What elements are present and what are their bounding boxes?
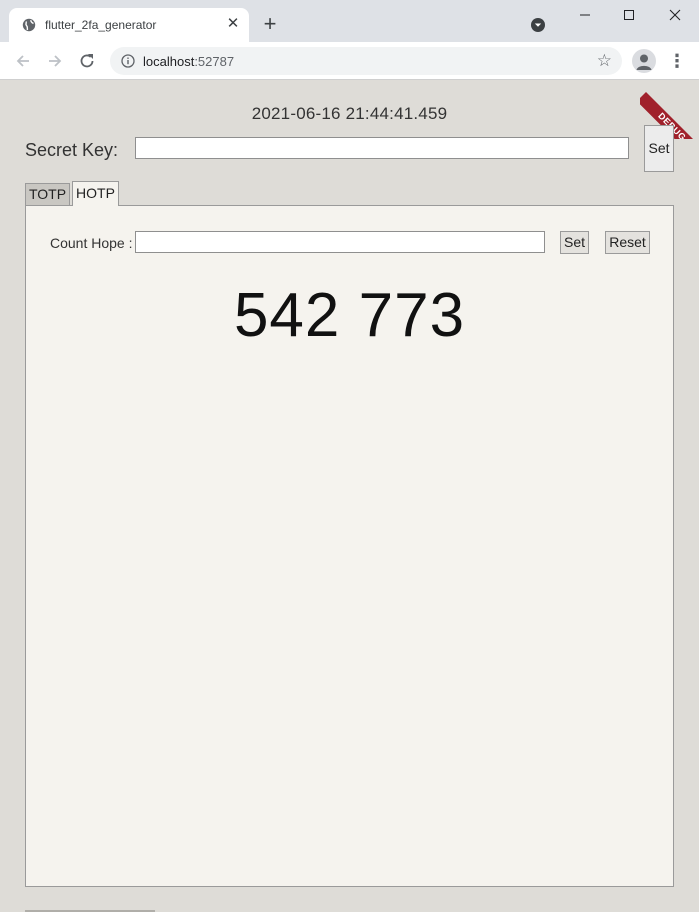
browser-tab[interactable]: flutter_2fa_generator ✕: [9, 8, 249, 42]
datetime-display: 2021-06-16 21:44:41.459: [251, 104, 448, 123]
maximize-icon[interactable]: [618, 4, 640, 26]
profile-icon[interactable]: [632, 49, 656, 73]
reload-icon[interactable]: [77, 51, 97, 71]
back-icon[interactable]: [13, 51, 33, 71]
hotp-panel: Count Hope : Set Reset 542 773: [25, 205, 674, 887]
person-icon: [636, 54, 652, 70]
star-icon[interactable]: ☆: [597, 52, 612, 70]
browser-toolbar: localhost:52787 ☆ ⋮: [0, 42, 699, 80]
secret-key-set-button[interactable]: Set: [644, 125, 674, 172]
url-port: :52787: [194, 54, 235, 69]
secret-key-label: Secret Key:: [25, 140, 119, 160]
minimize-icon[interactable]: [574, 4, 596, 26]
app-root: DEBUG 2021-06-16 21:44:41.459 Secret Key…: [0, 80, 699, 912]
count-set-button[interactable]: Set: [560, 231, 589, 254]
count-reset-button[interactable]: Reset: [605, 231, 650, 254]
plus-icon[interactable]: +: [260, 13, 280, 35]
count-hope-label: Count Hope :: [50, 235, 133, 251]
window-close-icon[interactable]: [664, 4, 686, 26]
url-text[interactable]: localhost:52787: [143, 54, 234, 69]
secret-key-input[interactable]: [135, 137, 629, 159]
kebab-menu-icon[interactable]: ⋮: [668, 51, 686, 71]
otp-code: 542 773: [233, 281, 466, 350]
close-icon[interactable]: ✕: [225, 16, 241, 32]
address-bar[interactable]: localhost:52787 ☆: [110, 47, 622, 75]
forward-icon[interactable]: [45, 51, 65, 71]
browser-tabstrip: flutter_2fa_generator ✕ +: [0, 0, 699, 42]
count-hope-input[interactable]: [135, 231, 545, 253]
tab-search-icon[interactable]: [530, 17, 546, 33]
globe-icon: [22, 18, 36, 32]
tab-totp[interactable]: TOTP: [25, 183, 70, 205]
tab-title: flutter_2fa_generator: [45, 18, 157, 32]
tab-hotp[interactable]: HOTP: [72, 181, 119, 206]
url-host: localhost: [143, 54, 195, 69]
info-icon[interactable]: [121, 54, 135, 68]
